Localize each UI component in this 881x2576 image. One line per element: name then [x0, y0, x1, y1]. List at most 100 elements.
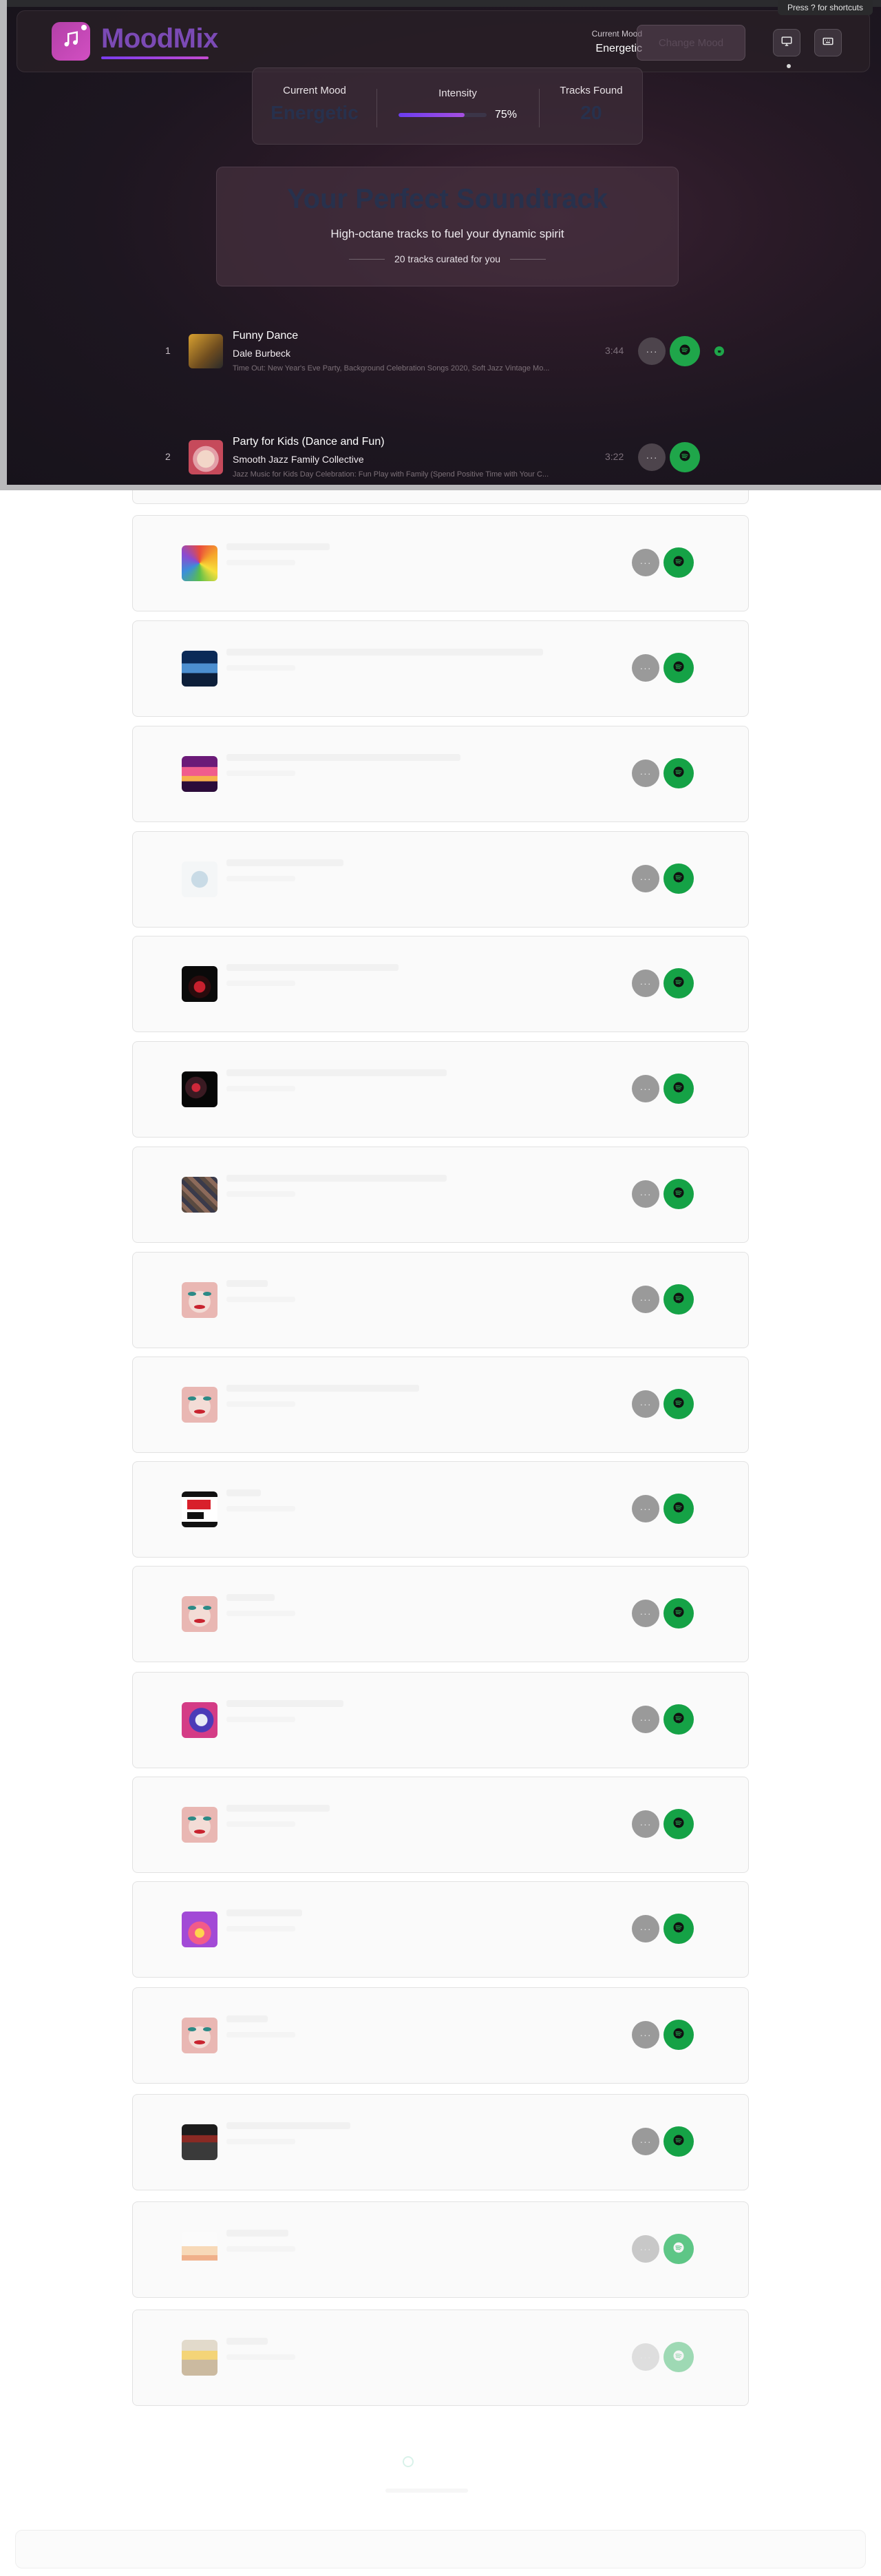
- open-in-spotify-button[interactable]: [664, 2342, 694, 2372]
- album-art: [182, 1912, 217, 1947]
- nav-mood-value: Energetic: [595, 43, 642, 54]
- track-title-placeholder: [226, 649, 543, 656]
- intensity-bar: [398, 113, 487, 117]
- track-card[interactable]: ···: [132, 1672, 749, 1768]
- more-options-button[interactable]: ···: [632, 2021, 659, 2049]
- more-options-button[interactable]: ···: [632, 2128, 659, 2155]
- more-options-button[interactable]: ···: [632, 654, 659, 682]
- track-row[interactable]: 2 Party for Kids (Dance and Fun) Smooth …: [139, 412, 756, 485]
- track-duration: 3:22: [605, 451, 624, 462]
- open-in-spotify-button[interactable]: [664, 758, 694, 788]
- track-artist[interactable]: Dale Burbeck: [233, 348, 290, 359]
- more-options-button[interactable]: ···: [632, 970, 659, 997]
- album-art: [182, 651, 217, 687]
- open-in-spotify-button[interactable]: [664, 547, 694, 578]
- track-card[interactable]: ···: [132, 1041, 749, 1138]
- track-card[interactable]: ···: [132, 2201, 749, 2298]
- open-in-spotify-button[interactable]: [664, 1494, 694, 1524]
- track-card[interactable]: ···: [132, 1987, 749, 2084]
- more-options-button[interactable]: ···: [632, 1390, 659, 1418]
- track-title-placeholder: [226, 2338, 268, 2345]
- track-card[interactable]: ···: [132, 1357, 749, 1453]
- intensity-value: 75%: [494, 109, 518, 121]
- album-art: [182, 1491, 217, 1527]
- open-in-spotify-button[interactable]: [664, 968, 694, 998]
- open-in-spotify-button[interactable]: [664, 1074, 694, 1104]
- track-card[interactable]: ···: [132, 936, 749, 1032]
- open-in-spotify-button[interactable]: [664, 863, 694, 894]
- album-art: [182, 545, 217, 581]
- open-in-spotify-button[interactable]: [664, 1598, 694, 1629]
- track-title[interactable]: Funny Dance: [233, 330, 298, 342]
- open-in-spotify-button[interactable]: [664, 1389, 694, 1419]
- track-card[interactable]: ···: [132, 1777, 749, 1873]
- track-card[interactable]: ···: [132, 1146, 749, 1243]
- more-options-button[interactable]: ···: [638, 337, 666, 365]
- track-card[interactable]: ···: [132, 620, 749, 717]
- track-duration: 3:44: [605, 345, 624, 356]
- divider: [348, 258, 385, 260]
- stat-mood-label: Current Mood: [283, 85, 346, 96]
- more-options-button[interactable]: ···: [632, 865, 659, 892]
- open-in-spotify-button[interactable]: [670, 442, 700, 472]
- track-card[interactable]: ···: [132, 726, 749, 822]
- spotify-icon: [672, 1816, 685, 1832]
- track-row[interactable]: 1 Funny Dance Dale Burbeck Time Out: New…: [139, 306, 756, 396]
- track-card[interactable]: ···: [132, 1252, 749, 1348]
- open-in-spotify-button[interactable]: [664, 653, 694, 683]
- track-card[interactable]: ···: [132, 1461, 749, 1558]
- open-in-spotify-button[interactable]: [664, 2126, 694, 2157]
- album-art: [182, 1807, 217, 1843]
- more-options-button[interactable]: ···: [632, 1706, 659, 1733]
- change-mood-button[interactable]: Change Mood: [637, 25, 745, 61]
- more-options-button[interactable]: ···: [632, 760, 659, 787]
- more-options-button[interactable]: ···: [632, 1495, 659, 1522]
- more-options-button[interactable]: ···: [632, 1600, 659, 1627]
- more-options-button[interactable]: ···: [632, 549, 659, 576]
- more-options-button[interactable]: ···: [632, 1075, 659, 1102]
- stat-tracks-value: 20: [580, 102, 602, 123]
- open-in-spotify-button[interactable]: [670, 336, 700, 366]
- open-in-spotify-button[interactable]: [664, 1809, 694, 1839]
- track-title-placeholder: [226, 1805, 330, 1812]
- more-options-button[interactable]: ···: [632, 1810, 659, 1838]
- more-options-button[interactable]: ···: [632, 2235, 659, 2263]
- track-artist[interactable]: Smooth Jazz Family Collective: [233, 454, 364, 465]
- more-options-button[interactable]: ···: [632, 1286, 659, 1313]
- track-card[interactable]: ···: [132, 2310, 749, 2406]
- track-artist-placeholder: [226, 560, 295, 565]
- track-card[interactable]: ···: [132, 1881, 749, 1978]
- open-in-spotify-button[interactable]: [664, 1704, 694, 1735]
- track-artist-placeholder: [226, 1611, 295, 1616]
- open-in-spotify-button[interactable]: [664, 2234, 694, 2264]
- track-title-placeholder: [226, 1280, 268, 1287]
- spotify-icon: [672, 1081, 685, 1097]
- more-options-button[interactable]: ···: [632, 1180, 659, 1208]
- track-title[interactable]: Party for Kids (Dance and Fun): [233, 436, 385, 448]
- open-in-spotify-button[interactable]: [664, 1914, 694, 1944]
- track-card[interactable]: ···: [132, 1566, 749, 1662]
- album-art: [182, 1702, 217, 1738]
- stat-tracks-found: Tracks Found 20: [539, 68, 644, 145]
- open-in-spotify-button[interactable]: [664, 2020, 694, 2050]
- track-card[interactable]: ···: [132, 515, 749, 611]
- open-in-spotify-button[interactable]: [664, 1179, 694, 1209]
- app-logo[interactable]: [52, 22, 90, 61]
- track-album: Time Out: New Year's Eve Party, Backgrou…: [233, 364, 550, 373]
- more-options-button[interactable]: ···: [632, 2343, 659, 2371]
- more-options-button[interactable]: ···: [632, 1915, 659, 1943]
- display-mode-button[interactable]: [773, 29, 800, 56]
- spotify-icon: [672, 1606, 685, 1622]
- track-title-placeholder: [226, 964, 399, 971]
- keyboard-shortcuts-button[interactable]: [814, 29, 842, 56]
- open-in-spotify-button[interactable]: [664, 1284, 694, 1315]
- spotify-icon: [672, 660, 685, 676]
- album-art: [182, 2018, 217, 2053]
- track-card[interactable]: ···: [132, 2094, 749, 2190]
- spotify-icon: [672, 766, 685, 782]
- track-card[interactable]: ···: [132, 831, 749, 928]
- page-subtitle: High-octane tracks to fuel your dynamic …: [330, 227, 564, 240]
- active-indicator: [787, 64, 791, 68]
- track-card[interactable]: [132, 490, 749, 504]
- more-options-button[interactable]: ···: [638, 443, 666, 471]
